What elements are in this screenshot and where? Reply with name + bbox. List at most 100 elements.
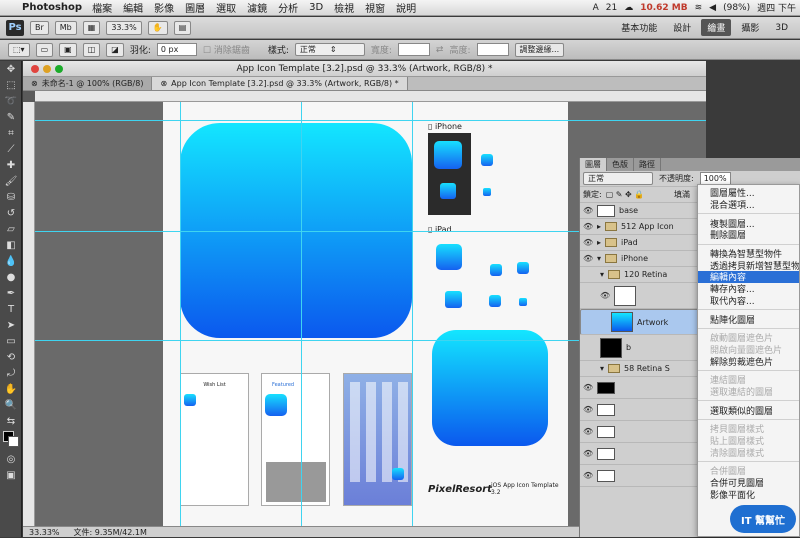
clock[interactable]: 週四 下午 bbox=[757, 1, 796, 14]
crop-tool-icon[interactable]: ⌗ bbox=[0, 125, 22, 141]
antialias-checkbox[interactable]: ☐ 消除鋸齒 bbox=[203, 43, 250, 56]
app-name[interactable]: Photoshop bbox=[22, 2, 82, 13]
context-menu-item[interactable]: 透過拷貝新增智慧型物件 bbox=[698, 259, 799, 271]
tab-untitled[interactable]: ⊗ 未命名-1 @ 100% (RGB/8) bbox=[23, 77, 153, 90]
context-menu-item[interactable]: 複製圖層... bbox=[698, 217, 799, 229]
healing-tool-icon[interactable]: ✚ bbox=[0, 157, 22, 173]
context-menu-item[interactable]: 轉存內容... bbox=[698, 283, 799, 294]
refine-edge-button[interactable]: 調整邊緣... bbox=[514, 42, 565, 57]
zoom-tool-icon[interactable]: 🔍 bbox=[0, 397, 22, 413]
memory-readout[interactable]: 10.62 MB bbox=[640, 3, 687, 13]
menu-analysis[interactable]: 分析 bbox=[278, 0, 298, 15]
lasso-tool-icon[interactable]: ➰ bbox=[0, 93, 22, 109]
artboard[interactable]: ▯ iPhone ▯ iPad Wish List Featured Pixel… bbox=[163, 102, 568, 526]
menu-filter[interactable]: 濾鏡 bbox=[247, 0, 267, 15]
eye-icon[interactable]: 👁 bbox=[583, 449, 593, 458]
disclosure-icon[interactable]: ▾ bbox=[600, 270, 604, 279]
eye-icon[interactable]: 👁 bbox=[600, 291, 610, 300]
eraser-tool-icon[interactable]: ▱ bbox=[0, 221, 22, 237]
quick-mask-icon[interactable]: ◎ bbox=[0, 451, 22, 467]
stamp-tool-icon[interactable]: ⛁ bbox=[0, 189, 22, 205]
pen-tool-icon[interactable]: ✒ bbox=[0, 285, 22, 301]
blend-mode-select[interactable]: 正常 bbox=[583, 172, 653, 185]
tool-preset-picker[interactable]: ⬚▾ bbox=[8, 42, 30, 57]
context-menu-item[interactable]: 刪除圖層 bbox=[698, 229, 799, 240]
wifi-icon[interactable]: ≋ bbox=[695, 3, 703, 13]
shape-tool-icon[interactable]: ▭ bbox=[0, 333, 22, 349]
tab-close-icon[interactable]: ⊗ bbox=[31, 79, 38, 88]
marquee-tool-icon[interactable]: ⬚ bbox=[0, 77, 22, 93]
eye-icon[interactable]: 👁 bbox=[583, 383, 593, 392]
zoom-level[interactable]: 33.3% bbox=[106, 20, 142, 35]
lock-icons[interactable]: ▢ ✎ ✥ 🔒 bbox=[606, 190, 645, 199]
eye-icon[interactable]: 👁 bbox=[583, 222, 593, 231]
eye-icon[interactable]: 👁 bbox=[583, 427, 593, 436]
eyedropper-tool-icon[interactable]: ⟋ bbox=[0, 141, 22, 157]
gradient-tool-icon[interactable]: ◧ bbox=[0, 237, 22, 253]
workspace-3d[interactable]: 3D bbox=[769, 21, 794, 35]
3d-camera-tool-icon[interactable]: ⤾ bbox=[0, 365, 22, 381]
menu-edit[interactable]: 編輯 bbox=[123, 0, 143, 15]
tab-close-icon[interactable]: ⊗ bbox=[160, 79, 167, 88]
tab-layers[interactable]: 圖層 bbox=[580, 158, 607, 171]
type-tool-icon[interactable]: T bbox=[0, 301, 22, 317]
menu-image[interactable]: 影像 bbox=[154, 0, 174, 15]
menu-window[interactable]: 視窗 bbox=[365, 0, 385, 15]
tab-paths[interactable]: 路徑 bbox=[634, 158, 661, 171]
status-file-info[interactable]: 文件: 9.35M/42.1M bbox=[74, 527, 147, 538]
path-select-tool-icon[interactable]: ➤ bbox=[0, 317, 22, 333]
context-menu-item[interactable]: 混合選項... bbox=[698, 199, 799, 210]
horizontal-ruler[interactable] bbox=[35, 91, 706, 102]
blur-tool-icon[interactable]: 💧 bbox=[0, 253, 22, 269]
menu-layer[interactable]: 圖層 bbox=[185, 0, 205, 15]
tab-app-icon-template[interactable]: ⊗ App Icon Template [3.2].psd @ 33.3% (Ar… bbox=[152, 77, 408, 90]
intersect-selection-icon[interactable]: ◪ bbox=[106, 42, 124, 57]
hand-tool-icon[interactable]: ✋ bbox=[0, 381, 22, 397]
status-zoom[interactable]: 33.33% bbox=[29, 528, 60, 537]
color-swatches[interactable] bbox=[0, 429, 22, 451]
menu-select[interactable]: 選取 bbox=[216, 0, 236, 15]
workspace-photography[interactable]: 攝影 bbox=[735, 19, 765, 36]
context-menu-item[interactable]: 編輯內容 bbox=[698, 271, 799, 283]
context-menu-item[interactable]: 選取類似的圖層 bbox=[698, 404, 799, 416]
eye-icon[interactable]: 👁 bbox=[583, 254, 593, 263]
context-menu-item[interactable]: 點陣化圖層 bbox=[698, 313, 799, 325]
minibridge-button[interactable]: Mb bbox=[54, 20, 77, 35]
context-menu-item[interactable]: 影像平面化 bbox=[698, 488, 799, 500]
context-menu-item[interactable]: 轉換為智慧型物件 bbox=[698, 248, 799, 259]
workspace-painting[interactable]: 繪畫 bbox=[701, 19, 732, 36]
workspace-essentials[interactable]: 基本功能 bbox=[615, 19, 663, 36]
arrange-documents-button[interactable]: ▤ bbox=[173, 20, 192, 35]
menu-file[interactable]: 檔案 bbox=[92, 0, 112, 15]
move-tool-icon[interactable]: ✥ bbox=[0, 61, 22, 77]
tab-channels[interactable]: 色版 bbox=[607, 158, 634, 171]
eye-icon[interactable]: 👁 bbox=[583, 206, 593, 215]
new-selection-icon[interactable]: ▭ bbox=[35, 42, 54, 57]
context-menu-item[interactable]: 合併可見圖層 bbox=[698, 477, 799, 488]
battery-percent[interactable]: (98%) bbox=[723, 3, 750, 13]
brush-tool-icon[interactable]: 🖌 bbox=[0, 173, 22, 189]
disclosure-icon[interactable]: ▾ bbox=[597, 254, 601, 263]
hand-tool-button[interactable]: ✋ bbox=[147, 20, 168, 35]
volume-icon[interactable]: ◀ bbox=[709, 3, 716, 13]
ai-icon[interactable]: A bbox=[593, 3, 599, 13]
eye-icon[interactable]: 👁 bbox=[583, 471, 593, 480]
close-window-icon[interactable] bbox=[31, 65, 39, 73]
disclosure-icon[interactable]: ▸ bbox=[597, 238, 601, 247]
vertical-ruler[interactable] bbox=[23, 102, 35, 526]
context-menu-item[interactable]: 取代內容... bbox=[698, 295, 799, 306]
menu-3d[interactable]: 3D bbox=[309, 2, 323, 13]
width-input[interactable] bbox=[397, 43, 430, 56]
cloud-icon[interactable]: ☁ bbox=[624, 3, 633, 13]
eye-icon[interactable]: 👁 bbox=[583, 405, 593, 414]
disclosure-icon[interactable]: ▸ bbox=[597, 222, 601, 231]
context-menu-item[interactable]: 解除剪裁遮色片 bbox=[698, 355, 799, 367]
workspace-design[interactable]: 設計 bbox=[667, 19, 697, 36]
swap-colors-icon[interactable]: ⇆ bbox=[0, 413, 22, 429]
dodge-tool-icon[interactable]: ● bbox=[0, 269, 22, 285]
eye-icon[interactable]: 👁 bbox=[583, 238, 593, 247]
menu-view[interactable]: 檢視 bbox=[334, 0, 354, 15]
quick-select-tool-icon[interactable]: ✎ bbox=[0, 109, 22, 125]
menu-help[interactable]: 說明 bbox=[396, 0, 416, 15]
background-color[interactable] bbox=[8, 436, 19, 447]
